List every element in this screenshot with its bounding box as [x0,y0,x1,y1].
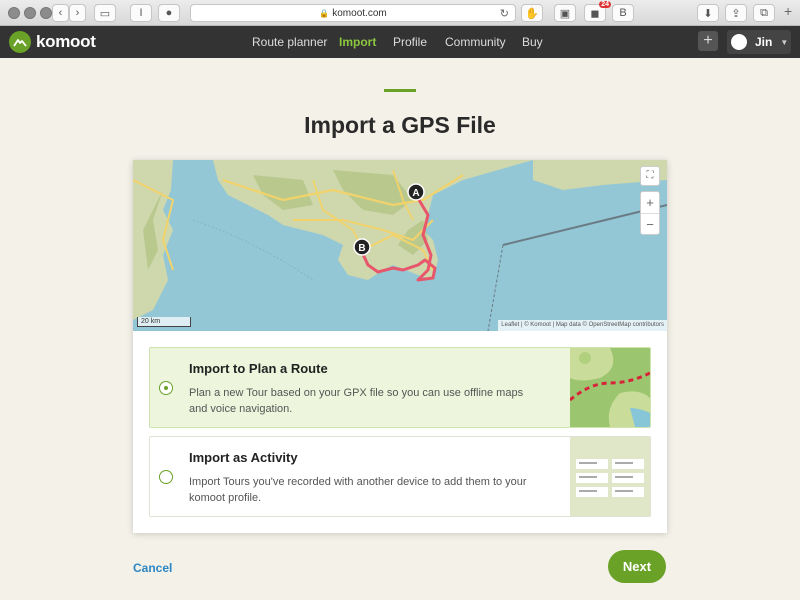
mountain-icon [9,31,31,53]
option-plan-route[interactable]: Import to Plan a Route Plan a new Tour b… [149,347,651,428]
route-map[interactable]: A B ⛶ + − 20 km Leaflet | © Komoot | Map… [133,160,667,331]
option-title: Import to Plan a Route [189,361,328,376]
nav-route-planner[interactable]: Route planner [252,35,327,49]
avatar [731,34,747,50]
close-window-button[interactable] [8,7,20,19]
zoom-control: + − [640,191,660,235]
create-button[interactable]: + [698,31,718,51]
radio-plan-route[interactable] [159,381,173,395]
sidebar-toggle-button[interactable]: ▭ [94,4,116,22]
plus-icon: + [703,32,713,49]
url-text: komoot.com [332,7,387,19]
download-icon: ⬇ [703,7,713,20]
activity-illustration-icon [570,437,650,516]
share-button[interactable]: ⇪ [725,4,747,22]
browser-toolbar: ‹ › ▭ I ● 🔒 komoot.com ↻ ✋ ▣ ◼ 24 B ⬇ ⇪ … [0,0,800,26]
extension-b-button[interactable]: B [612,4,634,22]
forward-button[interactable]: › [69,4,86,22]
back-button[interactable]: ‹ [52,4,69,22]
tabs-icon: ⧉ [760,6,768,19]
fullscreen-icon: ⛶ [646,170,654,181]
top-navigation: komoot Route planner Import Profile Comm… [0,26,800,58]
user-menu[interactable]: Jin ▼ [727,30,791,54]
title-accent [384,89,416,92]
nav-import[interactable]: Import [339,35,376,49]
import-card: A B ⛶ + − 20 km Leaflet | © Komoot | Map… [133,160,667,533]
map-canvas: A B [133,160,667,331]
option-description: Import Tours you've recorded with anothe… [189,476,527,504]
text-cursor-icon: I [139,7,143,19]
b-extension-icon: B [619,7,627,19]
page-title: Import a GPS File [304,112,496,138]
shield-icon: ◼ [590,7,600,20]
nav-community[interactable]: Community [445,35,506,49]
nav-buy[interactable]: Buy [522,35,543,49]
user-name: Jin [755,35,773,49]
share-icon: ⇪ [731,7,741,20]
minimize-window-button[interactable] [24,7,36,19]
extension-button[interactable]: ● [158,4,180,22]
marker-a-label: A [412,188,419,199]
next-button[interactable]: Next [608,550,666,583]
brand-name: komoot [36,32,96,51]
cancel-button[interactable]: Cancel [133,561,172,575]
chevron-left-icon: ‹ [58,7,63,19]
downloads-button[interactable]: ⬇ [697,4,719,22]
reader-button[interactable]: I [130,4,152,22]
caret-down-icon: ▼ [780,37,789,47]
address-bar[interactable]: 🔒 komoot.com ↻ [190,4,516,22]
marker-b-label: B [358,243,365,254]
tabs-overview-button[interactable]: ⧉ [753,4,775,22]
zoom-window-button[interactable] [40,7,52,19]
notification-badge: 24 [599,1,611,8]
new-tab-button[interactable]: + [784,3,792,19]
archive-icon: ▣ [559,7,571,20]
extension-archive-button[interactable]: ▣ [554,4,576,22]
zoom-in-button[interactable]: + [641,192,659,214]
plan-route-illustration-icon [570,348,650,427]
hand-icon: ✋ [525,7,539,20]
komoot-logo[interactable]: komoot [9,31,96,53]
option-import-activity[interactable]: Import as Activity Import Tours you've r… [149,436,651,517]
globe-icon: ● [165,7,173,19]
extension-hand-button[interactable]: ✋ [521,4,543,22]
fullscreen-button[interactable]: ⛶ [640,166,660,186]
option-description: Plan a new Tour based on your GPX file s… [189,387,524,415]
nav-profile[interactable]: Profile [393,35,427,49]
chevron-right-icon: › [75,7,80,19]
zoom-out-button[interactable]: − [641,214,659,235]
sidebar-icon: ▭ [99,7,111,20]
radio-import-activity[interactable] [159,470,173,484]
option-title: Import as Activity [189,450,298,465]
reload-icon[interactable]: ↻ [500,7,509,20]
extension-adblock-button[interactable]: ◼ 24 [584,1,611,22]
map-scale: 20 km [137,317,191,327]
map-attribution[interactable]: Leaflet | © Komoot | Map data © OpenStre… [498,320,667,331]
lock-icon: 🔒 [319,8,330,18]
